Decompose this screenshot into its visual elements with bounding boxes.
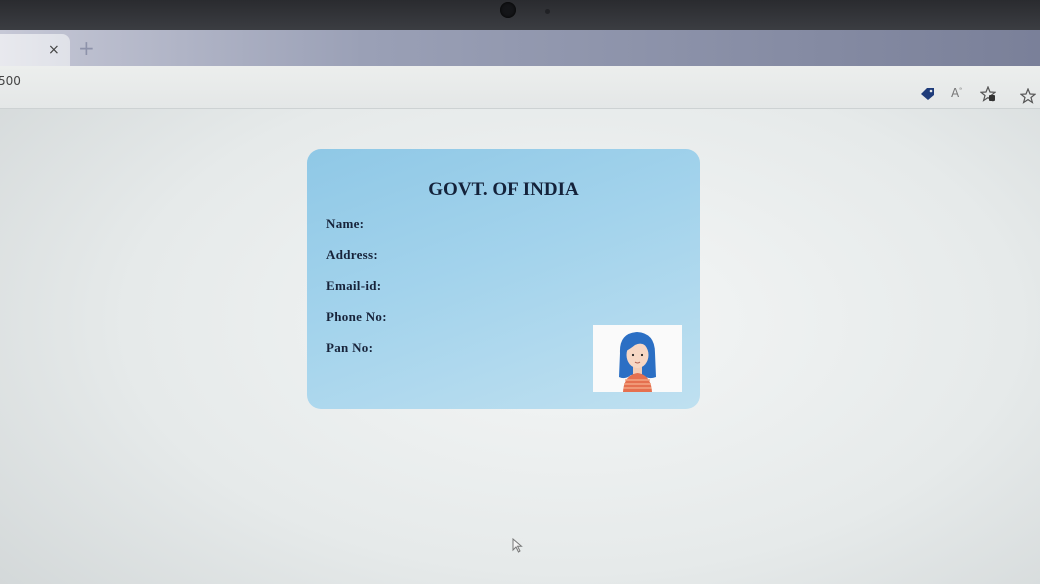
webcam-indicator xyxy=(545,9,550,14)
address-bar[interactable]: 500 Aᵃ xyxy=(0,66,1040,109)
url-text[interactable]: 500 xyxy=(0,74,21,88)
phone-label: Phone No: xyxy=(326,309,387,324)
browser-tab[interactable]: × xyxy=(0,34,70,66)
read-aloud-label: A xyxy=(951,86,960,100)
mouse-cursor-icon xyxy=(512,537,524,559)
collections-icon[interactable] xyxy=(1019,87,1037,108)
card-title: GOVT. OF INDIA xyxy=(428,179,579,200)
photo-avatar xyxy=(593,325,682,392)
address-label: Address: xyxy=(326,247,379,262)
pan-label: Pan No: xyxy=(326,340,374,355)
email-label: Email-id: xyxy=(326,278,382,293)
tag-icon[interactable] xyxy=(920,86,936,105)
name-label: Name: xyxy=(326,216,365,231)
favorite-icon[interactable] xyxy=(979,85,997,106)
read-aloud-icon[interactable]: Aᵃ xyxy=(951,86,962,100)
close-tab-icon[interactable]: × xyxy=(48,42,60,58)
webcam xyxy=(500,2,516,18)
id-card: GOVT. OF INDIA Name: Address: Email-id: … xyxy=(307,149,700,409)
new-tab-icon[interactable]: + xyxy=(78,36,95,60)
tab-bar: × + xyxy=(0,30,1040,66)
laptop-bezel xyxy=(0,0,1040,30)
